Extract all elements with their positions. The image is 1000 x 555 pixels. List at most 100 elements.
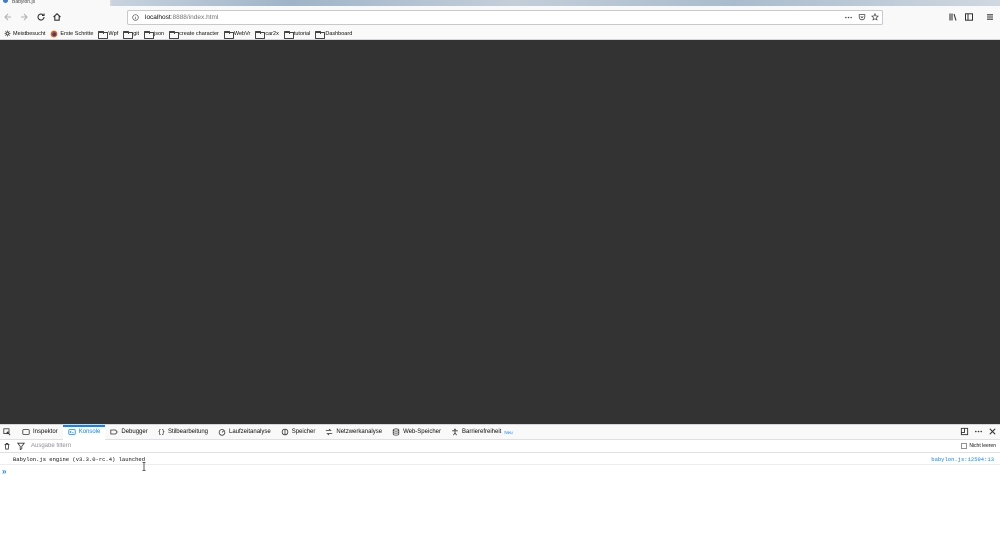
tab-favicon-icon	[3, 0, 8, 3]
page-actions-icon[interactable]	[844, 14, 853, 21]
console-filter-bar: Nicht leeren	[0, 440, 1000, 453]
url-text[interactable]: localhost:8888/index.html	[145, 14, 218, 21]
console-input[interactable]: »	[0, 467, 1000, 477]
bookmark-folder-wpf[interactable]: Wpf	[98, 30, 119, 39]
devtools-toolbar: Inspektor Konsole Debugger {} Stilbearbe…	[0, 424, 1000, 440]
gear-icon	[4, 30, 11, 37]
element-picker-button[interactable]	[0, 425, 17, 440]
bookmark-label: Meistbesucht	[13, 30, 46, 37]
tab-inspector[interactable]: Inspektor	[17, 425, 63, 440]
more-options-icon[interactable]	[974, 427, 983, 436]
tab-label: Web-Speicher	[403, 429, 441, 435]
hamburger-menu-icon	[987, 14, 993, 20]
folder-icon	[123, 30, 134, 39]
back-button[interactable]	[2, 11, 14, 23]
bookmark-folder-json[interactable]: json	[144, 30, 164, 39]
sidebar-button[interactable]	[963, 11, 975, 23]
storage-icon	[392, 428, 400, 436]
braces-icon: {}	[157, 428, 165, 436]
memory-icon	[281, 428, 288, 436]
bookmark-erste-schritte[interactable]: Erste Schritte	[50, 30, 93, 38]
bookmark-label: Dashboard	[325, 30, 353, 37]
folder-icon	[255, 30, 266, 39]
home-button[interactable]	[51, 11, 63, 23]
tab-label: Debugger	[121, 429, 148, 435]
checkbox-box[interactable]	[961, 443, 968, 449]
pocket-icon[interactable]	[858, 13, 866, 21]
folder-icon	[315, 30, 326, 39]
menu-button[interactable]	[984, 11, 996, 23]
navigation-toolbar: localhost:8888/index.html	[0, 6, 1000, 28]
bookmark-folder-dashboard[interactable]: Dashboard	[315, 30, 353, 39]
network-icon	[326, 428, 333, 436]
bookmark-folder-create-character[interactable]: create character	[169, 30, 219, 39]
forward-button[interactable]	[18, 11, 30, 23]
bookmark-label: tutorial	[293, 30, 311, 37]
bookmark-label: car2x	[265, 30, 279, 37]
bookmark-folder-webvr[interactable]: WebVr	[223, 30, 250, 39]
filter-icon	[17, 442, 25, 450]
bookmark-label: create character	[179, 30, 219, 37]
console-icon	[68, 429, 76, 435]
tab-label: Barrierefreiheit	[462, 429, 502, 435]
url-bar[interactable]: localhost:8888/index.html	[127, 10, 883, 25]
inspector-icon	[22, 429, 30, 435]
reload-button[interactable]	[35, 11, 47, 23]
element-picker-icon	[3, 428, 11, 436]
tab-accessibility[interactable]: Barrierefreiheit Neu	[446, 425, 518, 440]
tab-label: Laufzeitanalyse	[229, 429, 271, 435]
forward-arrow-icon	[21, 13, 28, 21]
library-icon	[949, 13, 957, 21]
tab-label: Netzwerkanalyse	[336, 429, 383, 435]
console-message-text: Babylon.js engine (v3.3.0-rc.4) launched	[13, 455, 146, 463]
folder-icon	[144, 30, 155, 39]
tab-label: Speicher	[291, 429, 316, 435]
home-icon	[53, 13, 61, 21]
url-host: localhost	[145, 14, 171, 21]
bookmark-label: Erste Schritte	[60, 30, 94, 37]
dock-mode-icon[interactable]	[960, 427, 969, 436]
tab-label: Inspektor	[33, 429, 58, 435]
trash-icon[interactable]	[3, 442, 11, 450]
reload-icon	[37, 13, 45, 21]
folder-icon	[223, 30, 234, 39]
tab-performance[interactable]: Laufzeitanalyse	[213, 425, 276, 440]
back-arrow-icon	[4, 13, 11, 21]
folder-icon	[98, 30, 109, 39]
tab-debugger[interactable]: Debugger	[105, 425, 152, 440]
bookmark-folder-tutorial[interactable]: tutorial	[283, 30, 311, 39]
tab-style-editor[interactable]: {} Stilbearbeitung	[153, 425, 213, 440]
folder-icon	[283, 30, 294, 39]
info-icon[interactable]	[132, 14, 139, 21]
console-message-source-link[interactable]: babylon.js:12594:13	[931, 456, 994, 463]
sidebar-icon	[965, 13, 973, 21]
filter-input[interactable]	[31, 443, 331, 449]
bookmark-folder-git[interactable]: git	[123, 30, 140, 39]
render-canvas[interactable]	[0, 40, 1000, 424]
persist-logs-checkbox[interactable]: Nicht leeren	[961, 443, 996, 449]
console-message: Babylon.js engine (v3.3.0-rc.4) launched…	[0, 454, 1000, 465]
tab-label: Konsole	[78, 429, 101, 435]
performance-icon	[218, 429, 226, 436]
tab-network[interactable]: Netzwerkanalyse	[320, 425, 387, 440]
library-button[interactable]	[947, 11, 959, 23]
tab-memory[interactable]: Speicher	[276, 425, 321, 440]
close-icon[interactable]	[988, 427, 997, 436]
tab-label: Stilbearbeitung	[167, 429, 208, 435]
tab-storage[interactable]: Web-Speicher	[387, 425, 446, 440]
firefox-icon	[51, 30, 58, 37]
bookmarks-toolbar: Meistbesucht Erste Schritte Wpf git json…	[0, 28, 1000, 40]
bookmark-label: git	[133, 30, 140, 37]
bookmark-folder-car2x[interactable]: car2x	[255, 30, 279, 39]
tab-console[interactable]: Konsole	[62, 424, 106, 440]
bookmark-label: Wpf	[108, 30, 119, 37]
devtools-panel: Inspektor Konsole Debugger {} Stilbearbe…	[0, 424, 1000, 555]
folder-icon	[169, 30, 180, 39]
bookmark-star-icon[interactable]	[871, 13, 879, 21]
debugger-icon	[110, 429, 119, 435]
url-path: :8888/index.html	[170, 14, 219, 21]
bookmark-meistbesucht[interactable]: Meistbesucht	[4, 30, 45, 37]
text-cursor-icon	[142, 462, 146, 471]
new-badge: Neu	[504, 429, 513, 435]
accessibility-icon	[452, 428, 458, 436]
